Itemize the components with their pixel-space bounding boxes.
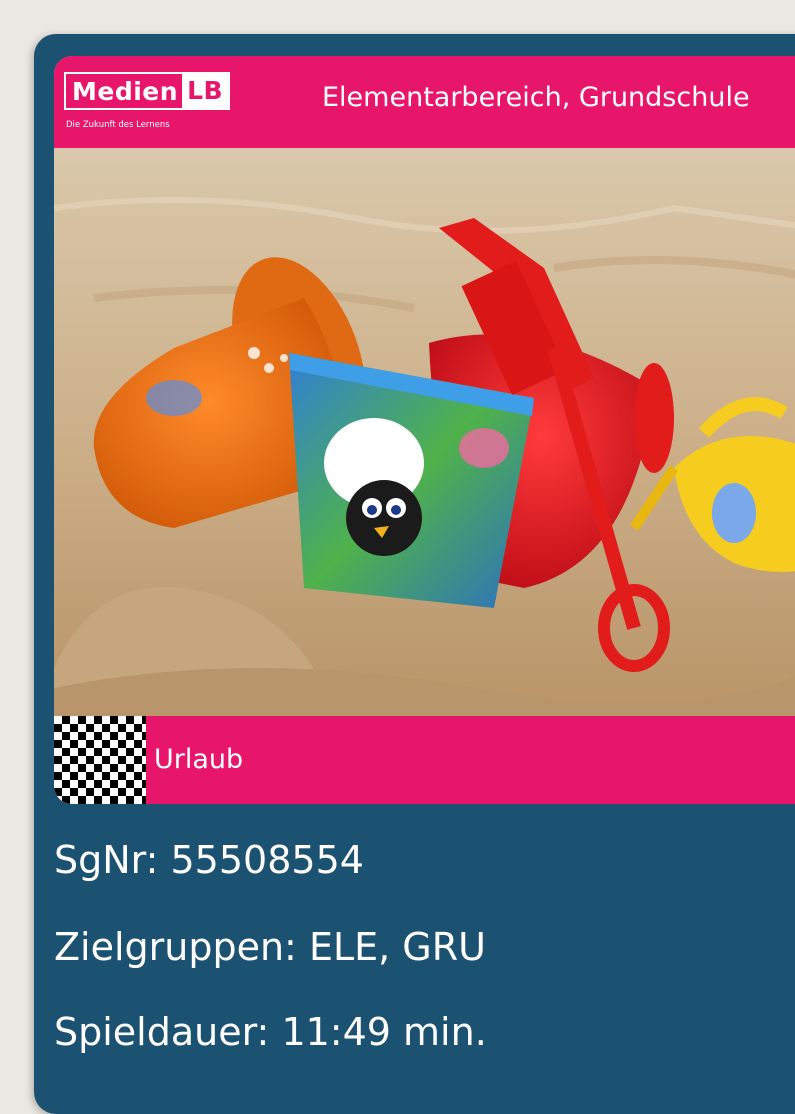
logo-box: Medien LB bbox=[64, 72, 231, 110]
zielgruppen-text: Zielgruppen: ELE, GRU bbox=[54, 925, 486, 969]
media-thumbnail[interactable]: Medien LB Die Zukunft des Lernens Elemen… bbox=[54, 56, 795, 804]
media-card[interactable]: Medien LB Die Zukunft des Lernens Elemen… bbox=[34, 34, 795, 1114]
media-title: Urlaub bbox=[154, 744, 244, 775]
spieldauer-text: Spieldauer: 11:49 min. bbox=[54, 1010, 487, 1054]
logo-tagline: Die Zukunft des Lernens bbox=[66, 120, 170, 130]
logo-brand-suffix: LB bbox=[182, 74, 229, 108]
qr-code-icon[interactable] bbox=[54, 716, 146, 804]
target-levels: Elementarbereich, Grundschule bbox=[322, 82, 750, 113]
thumbnail-title-bar: Urlaub bbox=[54, 716, 795, 804]
sgnr-text: SgNr: 55508554 bbox=[54, 838, 364, 882]
medienlb-logo: Medien LB bbox=[64, 72, 231, 110]
thumbnail-header-bar: Medien LB Die Zukunft des Lernens Elemen… bbox=[54, 56, 795, 148]
sand-toys-photo bbox=[54, 148, 795, 716]
logo-brand-text: Medien bbox=[72, 76, 179, 106]
